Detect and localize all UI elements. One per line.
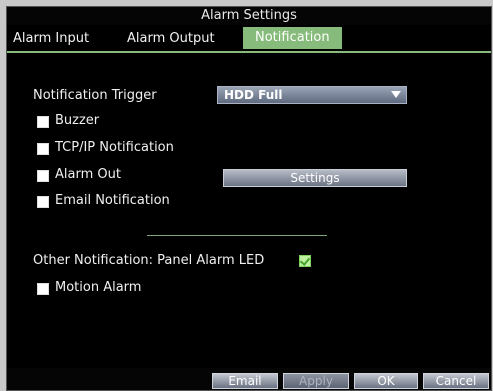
dropdown-arrow-icon [391,91,401,98]
window-title: Alarm Settings [7,7,491,25]
ok-button[interactable]: OK [354,373,418,389]
tcpip-notification-checkbox[interactable] [37,143,49,155]
alarm-out-label: Alarm Out [55,167,121,182]
buzzer-label: Buzzer [55,113,100,128]
buzzer-checkbox[interactable] [37,116,49,128]
alarm-settings-window: Alarm Settings Alarm Input Alarm Output … [6,6,492,391]
alarm-out-checkbox[interactable] [37,170,49,182]
notification-trigger-label: Notification Trigger [33,88,157,103]
tab-alarm-output[interactable]: Alarm Output [127,29,215,49]
email-button[interactable]: Email [212,373,278,389]
email-notification-checkbox[interactable] [37,196,49,208]
cancel-button[interactable]: Cancel [423,373,489,389]
panel-alarm-led-checkbox[interactable] [299,255,311,267]
tab-alarm-input[interactable]: Alarm Input [13,29,89,49]
bottom-button-bar: Email Apply OK Cancel [7,368,491,390]
apply-button[interactable]: Apply [283,373,349,389]
notification-trigger-select[interactable]: HDD Full [217,86,407,104]
other-notification-label: Other Notification: Panel Alarm LED [33,253,265,268]
notification-panel: Notification Trigger HDD Full Buzzer TCP… [7,53,491,368]
settings-button[interactable]: Settings [223,169,407,187]
divider [147,235,327,236]
tcpip-notification-label: TCP/IP Notification [55,140,174,155]
email-notification-label: Email Notification [55,193,170,208]
notification-trigger-value: HDD Full [224,88,283,102]
motion-alarm-label: Motion Alarm [55,280,142,295]
tab-notification[interactable]: Notification [243,27,342,49]
tab-bar: Alarm Input Alarm Output Notification [7,25,491,49]
motion-alarm-checkbox[interactable] [37,283,49,295]
